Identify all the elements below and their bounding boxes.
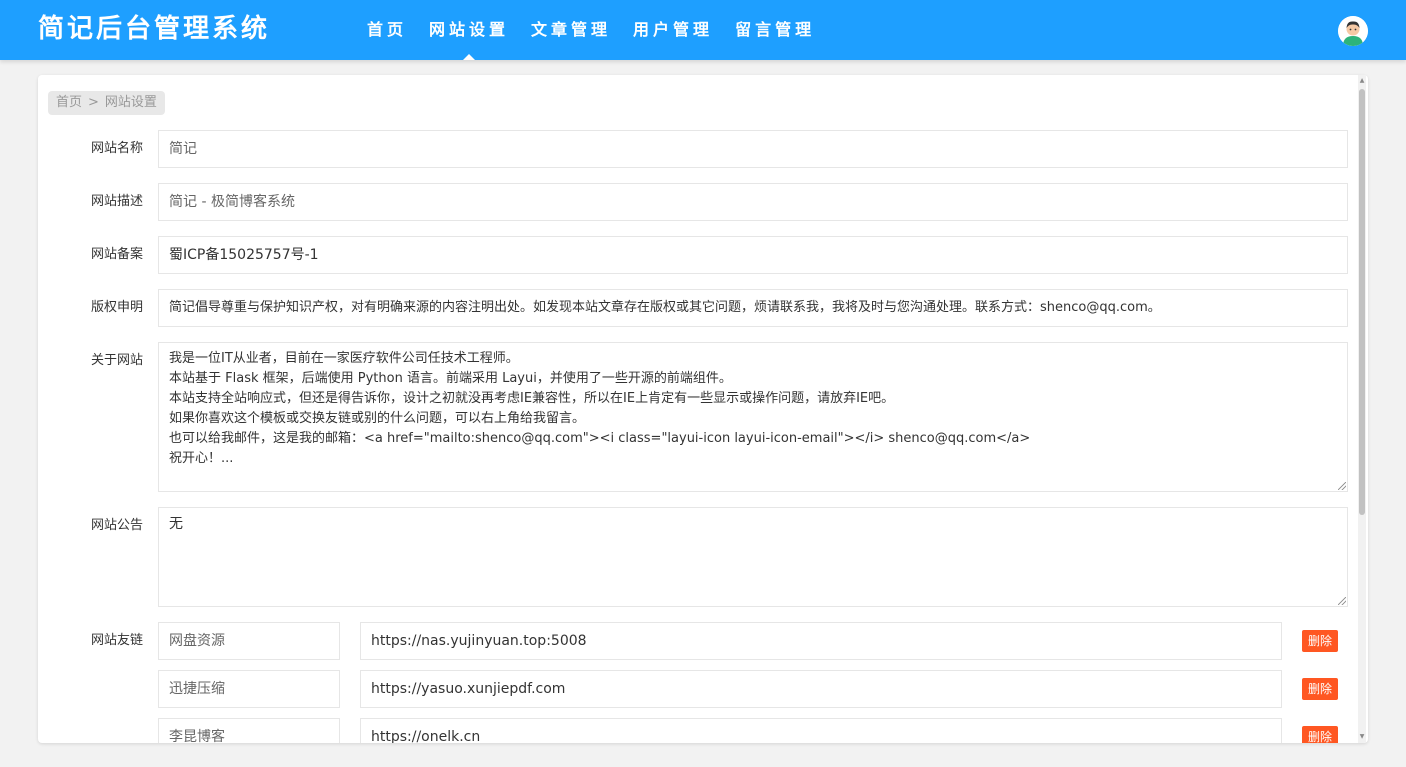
about-line: 祝开心！... (169, 451, 234, 466)
link-url-input[interactable]: https://onelk.cn (360, 718, 1282, 743)
breadcrumb-current: 网站设置 (104, 95, 157, 110)
copyright-label: 版权申明 (90, 300, 143, 315)
breadcrumb-separator: > (88, 95, 99, 110)
about-line: 本站基于 Flask 框架，后端使用 Python 语言。前端采用 Layui，… (169, 371, 732, 386)
delete-link-button[interactable]: 删除 (1302, 630, 1338, 652)
top-navbar: 简记后台管理系统 首页 网站设置 文章管理 用户管理 留言管理 (0, 0, 1406, 60)
about-label: 关于网站 (90, 353, 143, 368)
settings-panel: 首页 > 网站设置 网站名称 简记 网站描述 简记 - 极简博客系统 网站备案 蜀I… (38, 75, 1368, 743)
nav-item-users[interactable]: 用户管理 (622, 0, 724, 60)
panel-scrollbar[interactable]: ▲ ▼ (1358, 75, 1366, 743)
site-name-label: 网站名称 (90, 141, 143, 156)
link-url-input[interactable]: https://nas.yujinyuan.top:5008 (360, 622, 1282, 660)
site-icp-label: 网站备案 (90, 247, 143, 262)
link-name-input[interactable]: 迅捷压缩 (158, 670, 340, 708)
notice-label: 网站公告 (90, 518, 143, 533)
about-textarea[interactable]: 我是一位IT从业者，目前在一家医疗软件公司任技术工程师。 本站基于 Flask … (158, 342, 1348, 492)
about-line: 如果你喜欢这个模板或交换友链或别的什么问题，可以右上角给我留言。 (169, 411, 586, 426)
user-avatar-icon[interactable] (1338, 16, 1368, 46)
about-line: 本站支持全站响应式，但还是得告诉你，设计之初就没再考虑IE兼容性，所以在IE上肯… (169, 391, 895, 406)
nav-item-messages[interactable]: 留言管理 (724, 0, 826, 60)
site-desc-label: 网站描述 (90, 194, 143, 209)
site-icp-input[interactable]: 蜀ICP备15025757号-1 (158, 236, 1348, 274)
resize-grip-icon[interactable] (1338, 597, 1346, 605)
links-label: 网站友链 (90, 633, 143, 648)
scrollbar-thumb[interactable] (1359, 89, 1365, 515)
delete-link-button[interactable]: 删除 (1302, 678, 1338, 700)
site-desc-input[interactable]: 简记 - 极简博客系统 (158, 183, 1348, 221)
link-name-input[interactable]: 李昆博客 (158, 718, 340, 743)
breadcrumb-home[interactable]: 首页 (56, 95, 82, 110)
resize-grip-icon[interactable] (1338, 482, 1346, 490)
nav-item-articles[interactable]: 文章管理 (520, 0, 622, 60)
nav-item-home[interactable]: 首页 (356, 0, 418, 60)
breadcrumb: 首页 > 网站设置 (48, 91, 165, 115)
about-line: 我是一位IT从业者，目前在一家医疗软件公司任技术工程师。 (169, 351, 519, 366)
notice-textarea[interactable]: 无 (158, 507, 1348, 607)
scroll-up-icon[interactable]: ▲ (1358, 77, 1366, 85)
notice-text: 无 (169, 516, 183, 532)
app-logo[interactable]: 简记后台管理系统 (38, 11, 270, 47)
copyright-input[interactable]: 简记倡导尊重与保护知识产权，对有明确来源的内容注明出处。如发现本站文章存在版权或… (158, 289, 1348, 327)
site-name-input[interactable]: 简记 (158, 130, 1348, 168)
about-line: 也可以给我邮件，这是我的邮箱：<a href="mailto:shenco@qq… (169, 431, 1031, 446)
link-url-input[interactable]: https://yasuo.xunjiepdf.com (360, 670, 1282, 708)
main-nav: 首页 网站设置 文章管理 用户管理 留言管理 (356, 0, 826, 60)
nav-item-site-settings[interactable]: 网站设置 (418, 0, 520, 60)
scroll-down-icon[interactable]: ▼ (1358, 733, 1366, 741)
link-name-input[interactable]: 网盘资源 (158, 622, 340, 660)
delete-link-button[interactable]: 删除 (1302, 726, 1338, 743)
